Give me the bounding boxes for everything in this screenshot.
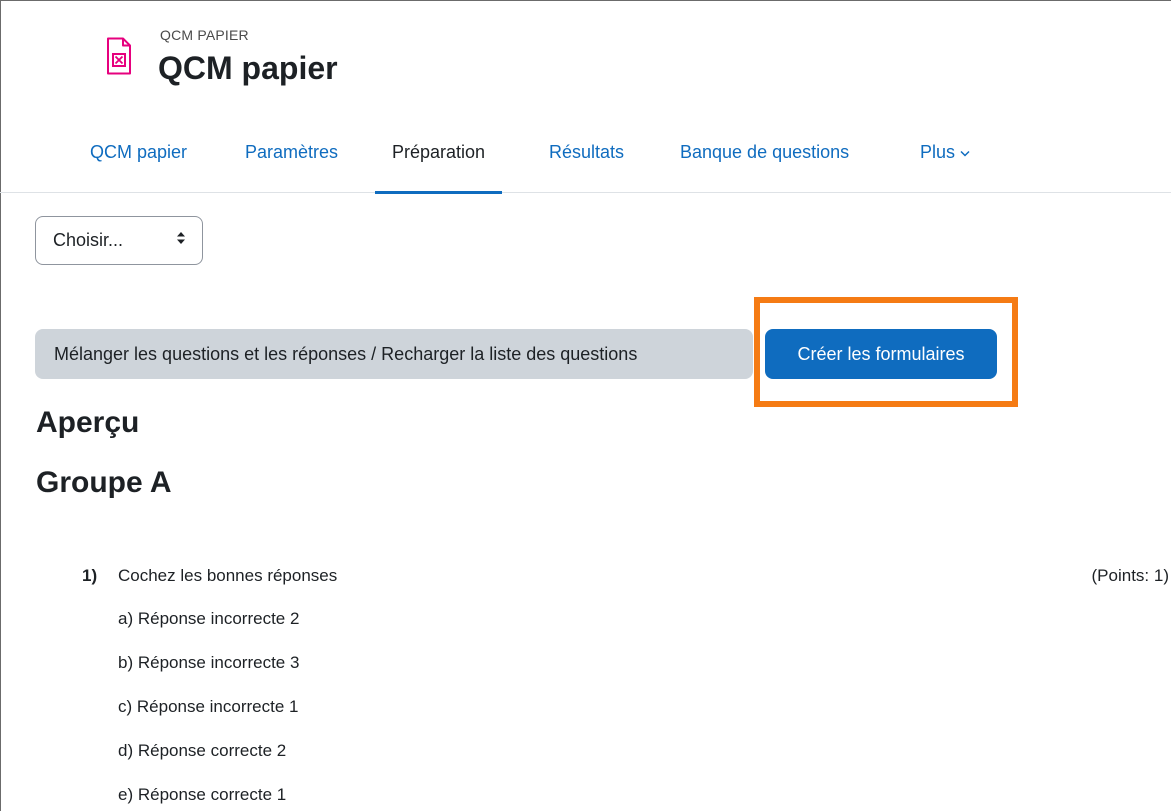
tab-label: Plus [920, 142, 956, 162]
tab-parametres[interactable]: Paramètres [228, 127, 355, 193]
chevron-down-icon [960, 128, 970, 178]
select-value: Choisir... [53, 230, 124, 250]
answer-item: d) Réponse correcte 2 [118, 741, 287, 760]
tab-label: Préparation [392, 142, 486, 162]
tab-plus[interactable]: Plus [903, 127, 987, 193]
tab-qcm-papier[interactable]: QCM papier [73, 127, 204, 193]
tab-banque-de-questions[interactable]: Banque de questions [663, 127, 866, 193]
tab-label: Résultats [549, 142, 625, 162]
shuffle-reload-button[interactable]: Mélanger les questions et les réponses /… [35, 329, 753, 379]
tab-preparation[interactable]: Préparation [375, 127, 503, 194]
page-title: QCM papier [158, 50, 338, 86]
question-number: 1) [82, 566, 98, 585]
tab-label: Banque de questions [680, 142, 850, 162]
tab-resultats[interactable]: Résultats [532, 127, 641, 193]
page-pre-title: QCM PAPIER [160, 27, 249, 43]
answer-item: b) Réponse incorrecte 3 [118, 653, 300, 672]
select-arrows-icon [176, 217, 186, 264]
secondary-navigation: QCM papier Paramètres Préparation Résult… [0, 127, 1171, 194]
answer-item: e) Réponse correcte 1 [118, 785, 287, 804]
tab-label: QCM papier [90, 142, 188, 162]
action-select[interactable]: Choisir... [35, 216, 203, 265]
answer-item: c) Réponse incorrecte 1 [118, 697, 299, 716]
group-heading: Groupe A [36, 466, 172, 499]
question-points: (Points: 1) [1091, 566, 1169, 585]
preview-heading: Aperçu [36, 406, 140, 439]
question-text: Cochez les bonnes réponses [118, 566, 338, 585]
paper-quiz-icon [107, 37, 131, 75]
create-forms-button[interactable]: Créer les formulaires [765, 329, 997, 379]
answer-item: a) Réponse incorrecte 2 [118, 609, 300, 628]
tab-label: Paramètres [245, 142, 339, 162]
